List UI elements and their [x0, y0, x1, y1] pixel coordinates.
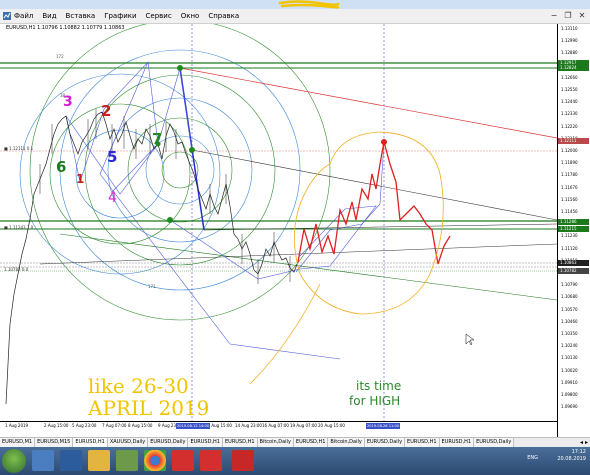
- price-tick-label: 1.10570: [561, 306, 578, 312]
- clock-date[interactable]: 20.08.2019: [557, 456, 586, 463]
- price-tick-label: 1.12330: [561, 111, 578, 117]
- price-tick-label: 1.09910: [561, 379, 578, 385]
- price-tick-label: 1.12000: [561, 148, 578, 153]
- time-tick-label: 20 Aug 15:00: [318, 423, 345, 428]
- price-tick-label: 1.12990: [561, 38, 578, 44]
- time-marker-box: 2019.08.26 11:00: [366, 423, 401, 429]
- price-tick-label: 1.10680: [561, 294, 578, 300]
- price-tick-label: 1.11450: [561, 209, 578, 214]
- time-marker-box: 2019.08.12 14:00: [176, 423, 211, 429]
- language-indicator[interactable]: ENG: [527, 455, 538, 462]
- price-tick-label: 1.12880: [561, 50, 578, 56]
- restore-button[interactable]: ❐: [562, 10, 574, 21]
- metatrader-icon[interactable]: [232, 450, 254, 471]
- time-tick-label: 1 Aug 2019: [5, 423, 29, 428]
- wave-label-3: 3: [63, 94, 73, 110]
- price-tick-label: 1.10790: [561, 282, 578, 288]
- price-level-box: 1.12111: [558, 138, 589, 144]
- svg-text:■ 1.12111 0.1: ■ 1.12111 0.1: [4, 146, 34, 151]
- time-scale[interactable]: 1 Aug 2019 2 Aug 15:00 5 Aug 23:00 7 Aug 07…: [0, 421, 557, 438]
- time-tick-label: 7 Aug 07:00: [102, 423, 127, 428]
- svg-text:171: 171: [148, 284, 156, 289]
- price-tick-label: 1.11120: [561, 245, 578, 251]
- paint-icon[interactable]: [116, 450, 138, 471]
- price-tick-label: 1.10020: [561, 367, 578, 373]
- price-tick-label: 1.09690: [561, 404, 578, 410]
- menu-item-0[interactable]: Файл: [14, 10, 33, 22]
- price-tick-label: 1.11670: [561, 184, 578, 190]
- wave-label-6: 6: [56, 158, 67, 176]
- price-level-box: 1.11286: [558, 219, 589, 225]
- menu-item-5[interactable]: Окно: [181, 10, 200, 22]
- media-player-icon[interactable]: [60, 450, 82, 471]
- app-p-icon[interactable]: [172, 450, 194, 471]
- chrome-icon[interactable]: [144, 450, 166, 471]
- menu-item-2[interactable]: Вставка: [66, 10, 96, 22]
- price-level-box: 1.12824: [558, 65, 589, 71]
- time-tick-label: 2 Aug 15:00: [44, 423, 69, 428]
- menu-item-1[interactable]: Вид: [42, 10, 56, 22]
- price-tick-label: 1.11230: [561, 233, 578, 239]
- note-high: for HIGH: [349, 394, 401, 408]
- price-tick-label: 1.13110: [561, 26, 578, 31]
- menu-item-3[interactable]: Графики: [104, 10, 136, 22]
- price-tick-label: 1.12660: [561, 74, 578, 80]
- price-level-box: 1.10863: [558, 260, 589, 266]
- handwritten-note-date: like 26-30: [88, 374, 189, 398]
- time-tick-label: 14 Aug 23:00: [235, 423, 262, 428]
- price-tick-label: 1.11780: [561, 172, 578, 178]
- chart-window[interactable]: 172 38 171 ■ 1.12111 0.1 ■ 1.11243 7.0 1…: [0, 24, 590, 437]
- app-logo-icon: [3, 12, 11, 20]
- menu-item-4[interactable]: Сервис: [146, 10, 172, 22]
- price-level-box: 1.10782: [558, 268, 589, 274]
- wave-label-4: 4: [108, 190, 117, 206]
- handwritten-note-month: APRIL 2019: [88, 396, 210, 420]
- tab-prev-icon[interactable]: ◂: [580, 438, 583, 447]
- price-tick-label: 1.11560: [561, 196, 578, 202]
- wave-label-7: 7: [152, 130, 163, 148]
- note-time: its time: [356, 379, 402, 393]
- chart-canvas[interactable]: 172 38 171 ■ 1.12111 0.1 ■ 1.11243 7.0 1…: [0, 24, 557, 421]
- price-level-box: 1.11215: [558, 226, 589, 232]
- time-tick-label: 5 Aug 23:00: [72, 423, 97, 428]
- title-highlight-scribble: [278, 0, 340, 9]
- price-scale[interactable]: 1.131101.129901.128801.127701.126601.125…: [557, 24, 590, 437]
- time-tick-label: 19 Aug 07:00: [290, 423, 317, 428]
- time-tick-label: 16 Aug 07:00: [262, 423, 289, 428]
- wave-label-1: 1: [76, 172, 85, 186]
- minimize-button[interactable]: −: [548, 10, 560, 21]
- explorer-icon[interactable]: [32, 450, 54, 471]
- tab-navigation: ◂ ▸: [580, 438, 588, 447]
- menu-bar: Файл Вид Вставка Графики Сервис Окно Справка: [0, 9, 590, 24]
- start-button[interactable]: [2, 449, 26, 473]
- close-button[interactable]: ✕: [576, 10, 588, 21]
- wave-label-2: 2: [101, 102, 112, 120]
- clock-time[interactable]: 17:12: [557, 449, 586, 456]
- chart-title: EURUSD,H1 1.10796 1.10882 1.10779 1.1086…: [6, 25, 125, 31]
- price-tick-label: 1.11890: [561, 160, 578, 166]
- price-tick-label: 1.10460: [561, 318, 578, 324]
- app-p2-icon[interactable]: [200, 450, 222, 471]
- tab-next-icon[interactable]: ▸: [585, 438, 588, 447]
- folder-icon[interactable]: [88, 450, 110, 471]
- price-tick-label: 1.12550: [561, 87, 578, 92]
- taskbar: ENG 17:12 20.08.2019: [0, 447, 590, 475]
- window-controls: − ❐ ✕: [548, 10, 588, 21]
- svg-text:1.10782 0.0: 1.10782 0.0: [4, 267, 29, 272]
- price-tick-label: 1.12220: [561, 123, 578, 129]
- price-tick-label: 1.10350: [561, 331, 578, 336]
- price-tick-label: 1.12440: [561, 99, 578, 105]
- svg-text:■ 1.11243 7.0: ■ 1.11243 7.0: [4, 225, 34, 230]
- svg-text:172: 172: [56, 54, 64, 59]
- time-tick-label: 8 Aug 15:00: [128, 423, 153, 428]
- menu-item-6[interactable]: Справка: [208, 10, 239, 22]
- price-tick-label: 1.10240: [561, 343, 578, 349]
- price-tick-label: 1.09800: [561, 392, 578, 397]
- price-tick-label: 1.10130: [561, 355, 578, 361]
- wave-label-5: 5: [107, 148, 118, 166]
- system-tray: ENG 17:12 20.08.2019: [527, 449, 586, 463]
